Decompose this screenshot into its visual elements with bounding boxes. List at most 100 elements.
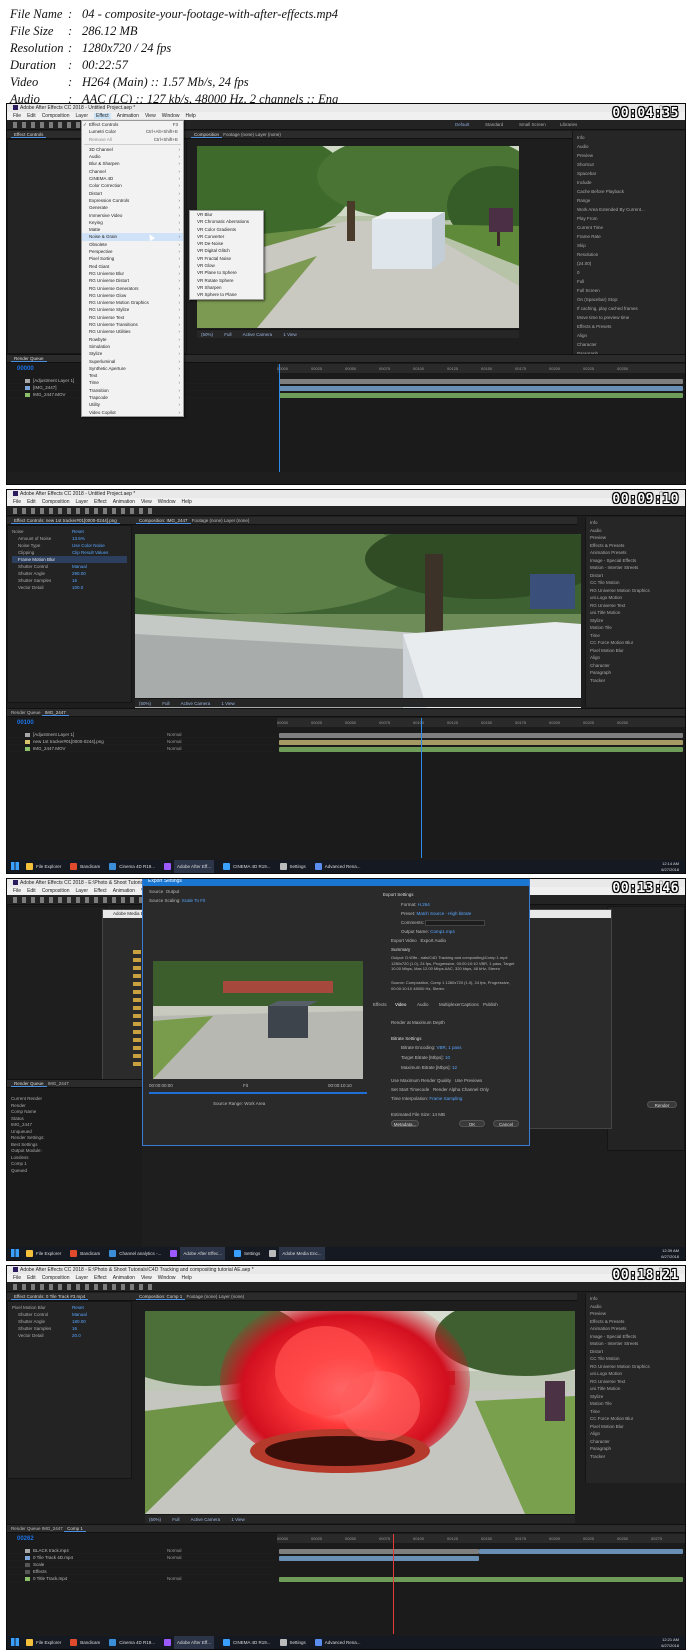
source-range-select[interactable]: Work Area [244,1101,265,1106]
playhead[interactable] [421,718,422,858]
effect-menu-item[interactable]: Keying › [82,219,183,226]
list-item[interactable]: Image - Special Effects [590,1333,681,1341]
tab-layer[interactable]: Layer (none) [224,518,250,523]
layer-row[interactable]: 0 Title Track.mp4 Normal [7,1575,275,1582]
layer-row[interactable]: [Adjustment Layer 1] Normal [7,731,275,738]
submenu-item[interactable]: VR Blur [190,211,263,218]
taskbar-app-icon[interactable] [70,1639,78,1646]
taskbar-app-icon[interactable] [223,1639,230,1646]
workspace-libraries[interactable]: Libraries [560,121,577,129]
property-value[interactable]: Manual [72,563,87,570]
menu-window[interactable]: Window [162,113,180,119]
taskbar-app-label[interactable]: Adobe After Effec... [180,1247,226,1260]
settings-tab[interactable]: Video [395,1001,406,1008]
menu-window[interactable]: Window [158,499,176,505]
effect-menu-item[interactable]: 3D Channel › [82,146,183,153]
list-item[interactable]: Image - Special Effects [590,557,681,565]
layer-bar-2[interactable] [279,740,683,745]
list-item[interactable]: Info [590,1295,681,1303]
camera-select[interactable]: Active Camera [181,701,211,706]
taskbar-app-icon[interactable] [109,863,117,870]
tab-effect-controls[interactable]: Effect Controls: new 1st tracker#01[0000… [11,518,120,524]
effect-property-row[interactable]: Shutter Control Manual [12,563,127,570]
camera-select[interactable]: Active Camera [191,1517,221,1522]
source-scaling-select[interactable]: Scale To Fit [182,898,205,903]
list-item[interactable]: Cache Before Playback [577,187,681,196]
list-item[interactable]: Range [577,196,681,205]
submenu-item[interactable]: VR Plane to Sphere [190,269,263,276]
layer-bar-1[interactable] [279,1549,479,1554]
menu-composition[interactable]: Composition [42,499,70,505]
taskbar-app-icon[interactable] [109,1250,117,1257]
list-item[interactable]: RG Universe Text [590,1378,681,1386]
timeline-tabs[interactable]: Render Queue IMG_2447 Comp 1 [7,1525,685,1533]
layer-name[interactable]: 0 Title Track.mp4 [33,1576,67,1581]
view-layout-select[interactable]: 1 View [231,1517,244,1522]
taskbar-app-icon[interactable] [70,1250,78,1257]
effect-menu-item[interactable]: Stylize › [82,350,183,357]
tool-icons[interactable] [13,1284,153,1290]
effect-menu-item[interactable]: Synthetic Aperture › [82,365,183,372]
layer-bar-2[interactable] [279,386,683,391]
settings-tab[interactable]: Effects [373,1001,387,1008]
taskbar-app-icon[interactable] [279,863,287,870]
list-item[interactable]: Align [590,1430,681,1438]
effect-controls-tabs[interactable]: Effect Controls: new 1st tracker#01[0000… [7,517,132,525]
effect-controls-tabs[interactable]: Effect Controls: 0 Tile Track #3.mp4 [7,1293,132,1301]
workspace-default[interactable]: Default [455,121,469,129]
effect-menu-item[interactable]: CINEMA 4D › [82,175,183,182]
layer-row[interactable]: Effects [7,1568,275,1575]
layer-bar-3[interactable] [279,393,683,398]
submenu-item[interactable]: VR Digital Glitch [190,247,263,254]
preset-select[interactable]: Match Source - High bitrate [417,911,472,916]
taskbar-app-icon[interactable] [170,1250,178,1257]
property-value[interactable]: 180.00 [72,1318,86,1325]
layer-row[interactable]: IMG_2447.MOV Normal [7,745,275,752]
render-max-depth-checkbox[interactable]: Render at Maximum Depth [391,1019,445,1026]
effect-menu-item[interactable]: Time › [82,379,183,386]
taskbar-app-label[interactable]: Settings [290,1636,306,1649]
blend-mode[interactable]: Normal [167,1547,182,1554]
menu-file[interactable]: File [13,113,21,119]
effect-property-row[interactable]: Pixel Motion Blur Reset [12,1304,127,1311]
taskbar-app-label[interactable]: Adobe After Eff... [174,860,214,873]
tab-render-queue[interactable]: Render Queue [11,1081,47,1087]
list-item[interactable]: Align [590,654,681,662]
layer-bar-1b[interactable] [479,1549,683,1554]
effect-property-row[interactable]: Vector Detail 100.0 [12,584,127,591]
layer-name[interactable]: [Adjustment Layer 1] [33,732,74,737]
taskbar-app-icon[interactable] [314,1639,322,1646]
list-item[interactable]: Character [590,662,681,670]
effect-menu-item[interactable]: RG Universe Transitions › [82,321,183,328]
list-item[interactable]: RG Universe Motion Graphics [590,587,681,595]
effect-property-row[interactable]: Noise Type Use Color Noise [12,542,127,549]
list-item[interactable]: uni.Title Motion [590,609,681,617]
property-value[interactable]: 16 [72,577,77,584]
layer-color-label[interactable] [25,1569,30,1574]
tab-footage[interactable]: Footage (none) [192,518,223,523]
composition-viewer[interactable] [145,1311,575,1514]
blend-mode[interactable]: Normal [167,1575,182,1582]
list-item[interactable]: Queued [11,1168,45,1175]
workspace-standard[interactable]: Standard [485,121,503,129]
effect-property-row[interactable]: Vector Detail 20.0 [12,1332,127,1339]
layer-bar-1[interactable] [279,733,683,738]
list-item[interactable]: CC Force Motion Blur [590,639,681,647]
effect-menu-item[interactable]: RG Universe Blur › [82,270,183,277]
menu-composition[interactable]: Composition [42,1275,70,1281]
list-item[interactable]: RG Universe Motion Graphics [590,1363,681,1371]
start-timecode-checkbox[interactable]: Set Start Timecode [391,1087,429,1092]
list-item[interactable]: Audio [590,527,681,535]
layer-name[interactable]: 0 Tile Track 4D.mp4 [33,1555,73,1560]
tab-footage[interactable]: Footage (none) [187,1294,218,1299]
menu-animation[interactable]: Animation [113,888,135,894]
blend-mode[interactable]: Normal [167,745,182,752]
menu-layer[interactable]: Layer [75,113,88,119]
effect-menu-item[interactable]: RG Universe Glow › [82,292,183,299]
list-item[interactable]: Shortcut [577,160,681,169]
list-item[interactable]: Distort [590,572,681,580]
effect-menu-item[interactable]: Lumetri Color Ctrl+Alt+Shift+E [82,128,183,135]
resolution-select[interactable]: Full [162,701,169,706]
effect-menu-item[interactable]: Obsolete › [82,241,183,248]
taskbar-app-label[interactable]: Adobe After Eff... [174,1636,214,1649]
